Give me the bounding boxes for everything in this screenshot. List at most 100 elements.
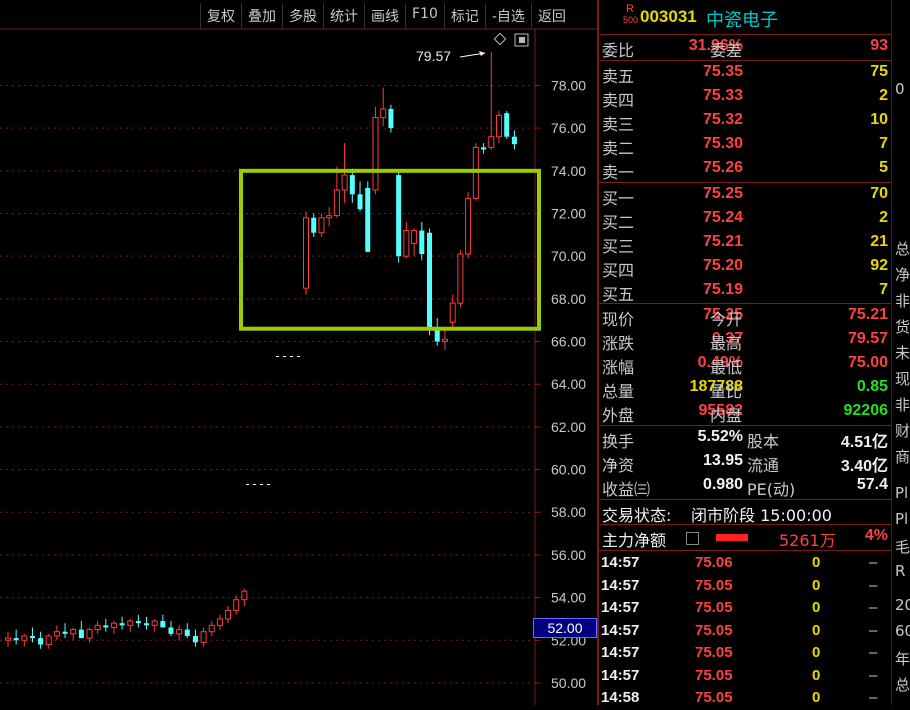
fundamental-label: 收益㈢ <box>602 480 651 499</box>
quote-value-2: 75.00 <box>847 354 888 371</box>
bid-row: 买五 75.19 7 <box>599 280 891 304</box>
ask-label: 卖五 <box>602 67 635 86</box>
ask-price: 75.32 <box>702 111 743 128</box>
bid-price: 75.20 <box>702 257 743 274</box>
ask-row: 卖三 75.32 10 <box>599 110 891 134</box>
candle-body <box>481 147 487 150</box>
tick-time: 14:57 <box>601 666 640 684</box>
fundamental-value-2: 3.40亿 <box>840 458 888 475</box>
candle-body <box>45 635 52 646</box>
candle-body <box>457 253 464 304</box>
mainforce-bar <box>716 534 748 541</box>
edge-char: 净 <box>895 266 910 284</box>
edge-char: Pl <box>895 484 909 502</box>
edge-char: 总 <box>895 240 910 258</box>
candle-body <box>38 638 44 645</box>
tick-price: 75.05 <box>695 666 733 684</box>
edge-char: R <box>895 562 906 580</box>
bid-label: 买二 <box>602 213 635 232</box>
fundamental-label: 净资 <box>602 456 635 475</box>
divider <box>599 499 891 500</box>
fundamental-value: 13.95 <box>702 452 743 469</box>
candle-body <box>349 175 355 195</box>
candle-body <box>200 631 207 643</box>
mainforce-value: 5261万 <box>779 531 836 550</box>
fundamental-row: 换手 5.52% 股本 4.51亿 <box>599 427 891 451</box>
candle-body <box>216 618 223 626</box>
tick-price: 75.06 <box>695 554 733 571</box>
ask-row: 卖四 75.33 2 <box>599 86 891 110</box>
candle-body <box>70 629 77 635</box>
candle-body <box>29 635 35 639</box>
quote-label-2: 内盘 <box>710 406 743 425</box>
tick-volume: 0 <box>812 554 821 571</box>
mainforce-pct: 4% <box>864 527 888 544</box>
ask-price: 75.26 <box>702 159 743 176</box>
ask-row: 卖五 75.35 75 <box>599 62 891 86</box>
quote-row: 现价 75.25 今开 75.21 <box>599 305 891 329</box>
candle-body <box>357 194 363 210</box>
bid-volume: 21 <box>870 233 888 250</box>
candle-body <box>341 174 348 191</box>
current-price-tag: 52.00 <box>533 618 597 638</box>
candle-body <box>311 217 317 233</box>
tick-time: 14:57 <box>601 621 640 639</box>
candlestick-chart[interactable]: 78.00 76.00 74.00 72.00 70.00 68.00 66.00 64.00… <box>0 0 597 705</box>
candle-body <box>504 113 510 137</box>
bid-price: 75.21 <box>702 233 743 250</box>
y-tick-label: 76.00 <box>551 120 586 136</box>
bid-row: 买一 75.25 70 <box>599 184 891 208</box>
tick-volume: 0 <box>812 576 821 594</box>
candle-body <box>411 230 418 244</box>
candle-body <box>241 590 248 601</box>
y-tick-label: 54.00 <box>551 590 586 606</box>
quote-row: 涨跌 0.37 最高 79.57 <box>599 329 891 353</box>
tick-row: 14:57 75.05 0 – <box>599 666 891 688</box>
fundamental-label-2: 流通 <box>747 456 780 475</box>
mainforce-row: 主力净额 5261万 4% <box>599 526 891 550</box>
candle-body <box>86 629 93 639</box>
tick-time: 14:58 <box>601 689 640 706</box>
tick-time: 14:57 <box>601 554 640 571</box>
weibi-row: 委比 31.96% 委差 93 <box>599 36 891 60</box>
y-tick-label: 56.00 <box>551 547 586 563</box>
tick-time: 14:57 <box>601 599 640 616</box>
candle-body <box>5 637 11 641</box>
ask-row: 卖一 75.26 5 <box>599 158 891 182</box>
fundamental-label: 换手 <box>602 432 635 451</box>
bid-volume: 7 <box>879 281 888 298</box>
candle-body <box>94 624 101 631</box>
trade-status-value: 闭市阶段 15:00:00 <box>691 506 832 525</box>
candle-body <box>427 232 433 329</box>
divider <box>599 550 891 551</box>
bid-row: 买二 75.24 2 <box>599 208 891 232</box>
candle-body <box>225 609 232 620</box>
ask-label: 卖一 <box>602 163 635 182</box>
tick-volume: 0 <box>812 621 821 639</box>
candle-body <box>441 338 448 343</box>
candle-body <box>419 230 425 255</box>
divider <box>599 524 891 525</box>
bid-label: 买四 <box>602 261 635 280</box>
bid-price: 75.24 <box>702 209 743 226</box>
list-icon[interactable] <box>686 532 699 545</box>
candle-body <box>168 627 174 634</box>
candle-body <box>151 620 158 626</box>
fundamental-value-2: 57.4 <box>856 476 888 493</box>
candle-body <box>365 187 371 252</box>
candle-body <box>62 631 68 634</box>
weicha-label: 委差 <box>710 41 743 60</box>
bid-label: 买一 <box>602 189 635 208</box>
weicha-value: 93 <box>870 37 888 54</box>
tick-volume: 0 <box>812 689 821 706</box>
edge-char: 商 <box>895 448 910 466</box>
tick-volume: 0 <box>812 599 821 616</box>
candle-body <box>449 302 456 323</box>
fundamental-label-2: 股本 <box>747 432 780 451</box>
candle-body <box>511 136 517 145</box>
fundamental-value: 0.980 <box>702 476 743 493</box>
candle-body <box>380 108 387 118</box>
tick-direction: – <box>869 644 878 661</box>
tick-direction: – <box>869 689 878 706</box>
edge-char: 未 <box>895 344 910 362</box>
